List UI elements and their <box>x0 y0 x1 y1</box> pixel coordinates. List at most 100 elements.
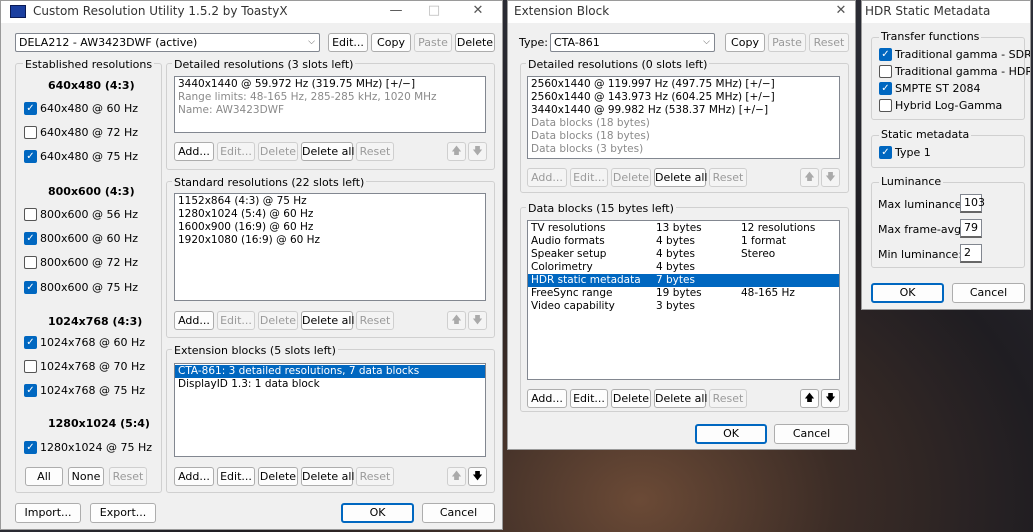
established-item-checkbox[interactable]: ✓ 640x480 @ 75 Hz <box>24 150 138 164</box>
datablock-row[interactable]: Video capability 3 bytes <box>528 300 839 313</box>
standard-move-down-icon[interactable]: 🡇 <box>468 311 487 330</box>
detailed-row[interactable]: Name: AW3423DWF <box>175 104 485 117</box>
established-item-checkbox[interactable]: ✓ 640x480 @ 60 Hz <box>24 102 138 115</box>
datablock-row[interactable]: HDR static metadata 7 bytes <box>528 274 839 287</box>
monitor-delete-button[interactable]: Delete <box>455 33 495 52</box>
max-frame-avg-input[interactable]: 79 <box>960 219 982 238</box>
standard-row[interactable]: 1600x900 (16:9) @ 60 Hz <box>175 221 485 234</box>
extension-row[interactable]: DisplayID 1.3: 1 data block <box>175 378 485 391</box>
ext-detailed-add-button[interactable]: Add... <box>527 168 567 187</box>
ext-detailed-delete-all-button[interactable]: Delete all <box>654 168 708 187</box>
standard-edit-button[interactable]: Edit... <box>217 311 255 330</box>
ext-db-delete-button[interactable]: Delete <box>611 389 651 408</box>
extension-reset-button[interactable]: Reset <box>356 467 394 486</box>
ext-type-select[interactable]: CTA-861 ⌵ <box>550 33 715 52</box>
detailed-edit-button[interactable]: Edit... <box>217 142 255 161</box>
ext-db-move-up-icon[interactable]: 🡅 <box>800 389 819 408</box>
transfer-function-checkbox[interactable]: ✓ Traditional gamma - SDR <box>879 48 1030 61</box>
ext-cancel-button[interactable]: Cancel <box>774 424 849 444</box>
standard-row[interactable]: 1152x864 (4:3) @ 75 Hz <box>175 195 485 208</box>
detailed-move-up-icon[interactable]: 🡅 <box>447 142 466 161</box>
ext-ok-button[interactable]: OK <box>695 424 767 444</box>
standard-row[interactable]: 1920x1080 (16:9) @ 60 Hz <box>175 234 485 247</box>
extension-row[interactable]: CTA-861: 3 detailed resolutions, 7 data … <box>175 365 485 378</box>
ext-detailed-reset-button[interactable]: Reset <box>709 168 747 187</box>
standard-row[interactable]: 1280x1024 (5:4) @ 60 Hz <box>175 208 485 221</box>
established-item-checkbox[interactable]: ✓ 1280x1024 @ 75 Hz <box>24 441 152 454</box>
detailed-add-button[interactable]: Add... <box>174 142 214 161</box>
ext-db-delete-all-button[interactable]: Delete all <box>654 389 708 408</box>
monitor-paste-button[interactable]: Paste <box>414 33 452 52</box>
datablock-row[interactable]: Colorimetry 4 bytes <box>528 261 839 274</box>
standard-listbox[interactable]: 1152x864 (4:3) @ 75 Hz 1280x1024 (5:4) @ … <box>174 193 486 301</box>
hdr-ok-button[interactable]: OK <box>871 283 944 303</box>
maximize-icon[interactable]: □ <box>419 1 449 23</box>
ext-detailed-delete-button[interactable]: Delete <box>611 168 651 187</box>
ext-db-move-down-icon[interactable]: 🡇 <box>821 389 840 408</box>
detailed-move-down-icon[interactable]: 🡇 <box>468 142 487 161</box>
detailed-reset-button[interactable]: Reset <box>356 142 394 161</box>
transfer-function-checkbox[interactable]: ✓ SMPTE ST 2084 <box>879 82 980 95</box>
ext-detailed-row[interactable]: 2560x1440 @ 119.997 Hz (497.75 MHz) [+/−… <box>528 78 839 91</box>
standard-move-up-icon[interactable]: 🡅 <box>447 311 466 330</box>
ext-detailed-edit-button[interactable]: Edit... <box>570 168 608 187</box>
datablock-row[interactable]: TV resolutions 13 bytes 12 resolutions <box>528 222 839 235</box>
standard-delete-button[interactable]: Delete <box>258 311 298 330</box>
detailed-listbox[interactable]: 3440x1440 @ 59.972 Hz (319.75 MHz) [+/−]… <box>174 76 486 133</box>
established-item-checkbox[interactable]: 800x600 @ 56 Hz <box>24 208 138 221</box>
extension-move-up-icon[interactable]: 🡅 <box>447 467 466 486</box>
ext-datablocks-listbox[interactable]: TV resolutions 13 bytes 12 resolutions Audi… <box>527 220 840 380</box>
extension-listbox[interactable]: CTA-861: 3 detailed resolutions, 7 data … <box>174 363 486 457</box>
ext-db-reset-button[interactable]: Reset <box>709 389 747 408</box>
established-reset-button[interactable]: Reset <box>109 467 147 486</box>
datablock-row[interactable]: Audio formats 4 bytes 1 format <box>528 235 839 248</box>
extension-edit-button[interactable]: Edit... <box>217 467 255 486</box>
transfer-function-checkbox[interactable]: Hybrid Log-Gamma <box>879 99 1002 112</box>
datablock-row[interactable]: Speaker setup 4 bytes Stereo <box>528 248 839 261</box>
ext-copy-button[interactable]: Copy <box>725 33 765 52</box>
extension-delete-button[interactable]: Delete <box>258 467 298 486</box>
established-item-checkbox[interactable]: ✓ 800x600 @ 60 Hz <box>24 232 138 246</box>
extension-move-down-icon[interactable]: 🡇 <box>468 467 487 486</box>
close-icon[interactable]: ✕ <box>463 1 493 23</box>
transfer-function-checkbox[interactable]: Traditional gamma - HDR <box>879 65 1030 78</box>
established-item-checkbox[interactable]: ✓ 800x600 @ 75 Hz <box>24 280 138 294</box>
extension-add-button[interactable]: Add... <box>174 467 214 486</box>
export-button[interactable]: Export... <box>90 503 156 523</box>
standard-reset-button[interactable]: Reset <box>356 311 394 330</box>
min-luminance-input[interactable]: 2 <box>960 244 982 263</box>
static-metadata-type-checkbox[interactable]: ✓ Type 1 <box>879 146 931 159</box>
ext-paste-button[interactable]: Paste <box>768 33 806 52</box>
established-item-checkbox[interactable]: ✓ 1024x768 @ 60 Hz <box>24 336 145 349</box>
close-icon[interactable]: ✕ <box>826 1 855 23</box>
ext-detailed-listbox[interactable]: 2560x1440 @ 119.997 Hz (497.75 MHz) [+/−… <box>527 76 840 159</box>
hdr-cancel-button[interactable]: Cancel <box>952 283 1025 303</box>
monitor-select[interactable]: DELA212 - AW3423DWF (active) ⌵ <box>15 33 320 52</box>
established-item-checkbox[interactable]: ✓ 1024x768 @ 75 Hz <box>24 384 145 398</box>
established-item-checkbox[interactable]: 1024x768 @ 70 Hz <box>24 360 145 374</box>
ext-detailed-move-down-icon[interactable]: 🡇 <box>821 168 840 187</box>
cru-cancel-button[interactable]: Cancel <box>422 503 495 523</box>
ext-detailed-move-up-icon[interactable]: 🡅 <box>800 168 819 187</box>
monitor-edit-button[interactable]: Edit... <box>328 33 368 52</box>
import-button[interactable]: Import... <box>15 503 81 523</box>
ext-detailed-row[interactable]: Data blocks (18 bytes) <box>528 117 839 130</box>
established-item-checkbox[interactable]: 800x600 @ 72 Hz <box>24 256 138 270</box>
cru-ok-button[interactable]: OK <box>341 503 414 523</box>
detailed-delete-button[interactable]: Delete <box>258 142 298 161</box>
minimize-icon[interactable]: — <box>381 1 411 23</box>
detailed-delete-all-button[interactable]: Delete all <box>301 142 355 161</box>
ext-db-edit-button[interactable]: Edit... <box>570 389 608 408</box>
detailed-row[interactable]: Range limits: 48-165 Hz, 285-285 kHz, 10… <box>175 91 485 104</box>
established-all-button[interactable]: All <box>25 467 63 486</box>
established-none-button[interactable]: None <box>68 467 104 486</box>
detailed-row[interactable]: 3440x1440 @ 59.972 Hz (319.75 MHz) [+/−] <box>175 78 485 91</box>
ext-detailed-row[interactable]: 2560x1440 @ 143.973 Hz (604.25 MHz) [+/−… <box>528 91 839 104</box>
extension-delete-all-button[interactable]: Delete all <box>301 467 355 486</box>
standard-delete-all-button[interactable]: Delete all <box>301 311 355 330</box>
ext-reset-button[interactable]: Reset <box>809 33 849 52</box>
ext-detailed-row[interactable]: 3440x1440 @ 99.982 Hz (538.37 MHz) [+/−] <box>528 104 839 117</box>
ext-db-add-button[interactable]: Add... <box>527 389 567 408</box>
standard-add-button[interactable]: Add... <box>174 311 214 330</box>
established-item-checkbox[interactable]: 640x480 @ 72 Hz <box>24 126 138 140</box>
